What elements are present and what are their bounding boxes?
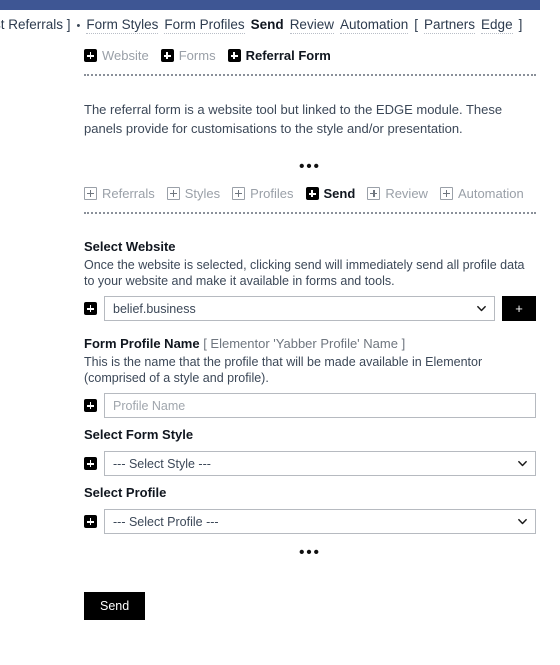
nav-item-edge[interactable]: Edge — [481, 17, 513, 34]
profile-name-input[interactable]: Profile Name — [104, 393, 536, 418]
field-form-profile-name: Form Profile Name [ Elementor 'Yabber Pr… — [84, 335, 536, 418]
module-tab-automation[interactable]: Automation — [439, 186, 524, 201]
nav-item-review[interactable]: Review — [289, 17, 334, 34]
intro-paragraph: The referral form is a website tool but … — [84, 102, 503, 136]
main-content: Website Forms Referral Form The referral… — [84, 48, 536, 620]
nav-item-send[interactable]: Send — [251, 17, 284, 33]
dots-divider-top: ••• — [299, 158, 321, 175]
breadcrumb-chip-label: Referral Form — [245, 48, 331, 63]
module-tab-label: Automation — [457, 186, 524, 201]
nav-item-form-styles[interactable]: Form Styles — [86, 17, 159, 34]
module-tab-referrals[interactable]: Referrals — [84, 186, 155, 201]
breadcrumb-chip-website[interactable]: Website — [84, 48, 149, 63]
module-tab-label: Send — [323, 186, 356, 201]
top-navigation: st Referrals ] • Form Styles Form Profil… — [0, 10, 560, 40]
plus-icon — [84, 457, 97, 470]
breadcrumb-chip-label: Forms — [178, 48, 216, 63]
breadcrumb-chip-forms[interactable]: Forms — [160, 48, 216, 63]
module-tab-review[interactable]: Review — [367, 186, 428, 201]
nav-item-partners[interactable]: Partners — [424, 17, 476, 34]
website-select-value: belief.business — [113, 301, 196, 316]
breadcrumb-chip-referral-form[interactable]: Referral Form — [227, 48, 331, 63]
field-select-profile: Select Profile --- Select Profile --- — [84, 484, 536, 534]
profile-select-value: --- Select Profile --- — [113, 514, 219, 529]
module-tab-label: Styles — [184, 186, 221, 201]
form-style-input-row: --- Select Style --- — [84, 451, 536, 476]
field-title: Form Profile Name [ Elementor 'Yabber Pr… — [84, 335, 536, 353]
chevron-down-icon — [477, 304, 486, 313]
form-style-select-value: --- Select Style --- — [113, 456, 211, 471]
module-tab-profiles[interactable]: Profiles — [232, 186, 294, 201]
website-select[interactable]: belief.business — [104, 296, 495, 321]
module-tab-send[interactable]: Send — [305, 186, 356, 201]
field-select-website: Select Website Once the website is selec… — [84, 238, 536, 321]
plus-icon — [439, 187, 453, 200]
top-nav-group: st Referrals ] • Form Styles Form Profil… — [0, 17, 522, 34]
profile-select[interactable]: --- Select Profile --- — [104, 509, 536, 534]
plus-icon — [84, 187, 97, 200]
nav-bracket-open: [ — [414, 16, 419, 32]
module-tab-label: Profiles — [250, 186, 294, 201]
plus-icon — [367, 187, 381, 200]
plus-icon — [232, 187, 246, 200]
nav-item-automation[interactable]: Automation — [339, 17, 409, 34]
field-description: Once the website is selected, clicking s… — [84, 258, 525, 288]
admin-bar — [0, 0, 540, 10]
module-tab-styles[interactable]: Styles — [166, 186, 221, 201]
dots-divider-bottom: ••• — [299, 544, 321, 561]
website-input-row: belief.business + — [84, 296, 536, 321]
chevron-down-icon — [518, 517, 527, 526]
add-website-button[interactable]: + — [502, 296, 536, 321]
field-title: Select Form Style — [84, 427, 194, 442]
plus-icon — [166, 187, 180, 200]
profile-name-input-row: Profile Name — [84, 393, 536, 418]
profile-input-row: --- Select Profile --- — [84, 509, 536, 534]
field-description: This is the name that the profile that w… — [84, 355, 483, 385]
plus-icon — [160, 49, 174, 62]
form-style-select[interactable]: --- Select Style --- — [104, 451, 536, 476]
field-title-suffix: [ Elementor 'Yabber Profile' Name ] — [199, 336, 406, 351]
module-tab-label: Referrals — [102, 186, 155, 201]
field-title: Select Profile — [84, 485, 167, 500]
nav-bracket-close: ] — [518, 16, 523, 32]
module-tabs: Referrals Styles Profiles Send Review Au… — [84, 186, 536, 201]
module-tab-label: Review — [385, 186, 428, 201]
plus-icon — [227, 49, 241, 62]
nav-bullet-separator: • — [76, 19, 81, 32]
plus-icon — [84, 399, 97, 412]
plus-icon — [84, 302, 97, 315]
field-title: Select Website — [84, 239, 176, 254]
profile-name-placeholder: Profile Name — [113, 398, 186, 413]
plus-icon — [84, 515, 97, 528]
breadcrumb-chip-label: Website — [102, 48, 149, 63]
nav-leading-text: st Referrals ] — [0, 16, 71, 32]
breadcrumb: Website Forms Referral Form — [84, 48, 536, 63]
field-title-main: Form Profile Name — [84, 336, 200, 351]
send-button[interactable]: Send — [84, 592, 146, 620]
nav-item-form-profiles[interactable]: Form Profiles — [164, 17, 245, 34]
plus-icon — [305, 187, 319, 200]
chevron-down-icon — [518, 459, 527, 468]
plus-icon — [84, 49, 97, 62]
field-select-form-style: Select Form Style --- Select Style --- — [84, 426, 536, 476]
